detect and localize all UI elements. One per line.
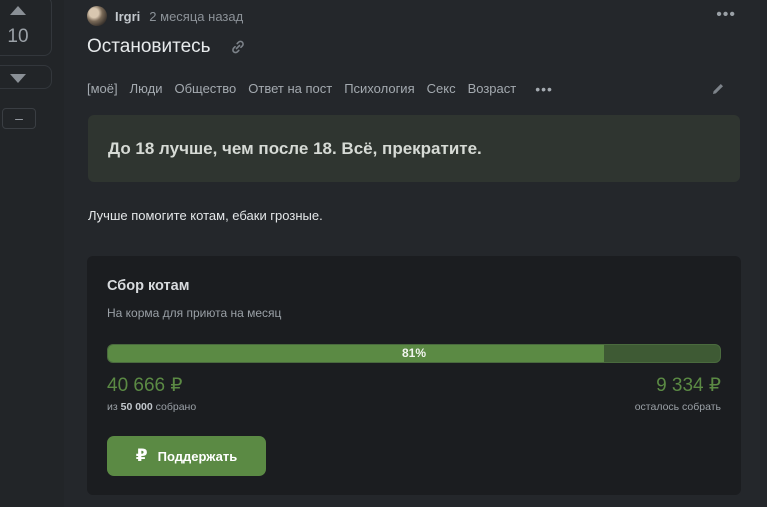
post-body: Лучше помогите котам, ебаки грозные. <box>88 208 323 223</box>
quote-block: До 18 лучше, чем после 18. Всё, прекрати… <box>88 115 740 182</box>
tag-list: [моё] Люди Общество Ответ на пост Психол… <box>87 81 553 97</box>
tag-moe[interactable]: [моё] <box>87 81 118 97</box>
collected-note: из 50 000 собрано <box>107 401 196 413</box>
support-button-label: Поддержать <box>157 448 238 464</box>
collected-note-prefix: из <box>107 401 118 413</box>
post-menu-button[interactable]: ••• <box>716 6 736 24</box>
collected-amount: 40 666 ₽ <box>107 375 183 396</box>
ruble-icon: ₽ <box>135 446 148 465</box>
progress-label: 81% <box>401 346 427 360</box>
tag-seks[interactable]: Секс <box>427 81 456 97</box>
post-time: 2 месяца назад <box>149 8 244 24</box>
edit-icon[interactable] <box>710 81 726 97</box>
link-icon[interactable] <box>230 39 246 55</box>
tag-lyudi[interactable]: Люди <box>130 81 163 97</box>
tag-psikhologiya[interactable]: Психология <box>344 81 414 97</box>
collapse-button[interactable]: – <box>2 108 36 129</box>
post-title[interactable]: Остановитесь <box>87 36 211 58</box>
collected-note-suffix: собрано <box>155 401 197 413</box>
tag-otvet-na-post[interactable]: Ответ на пост <box>248 81 332 97</box>
vote-box: 10 <box>0 0 52 56</box>
remaining-note: осталось собрать <box>634 401 721 413</box>
author-row: Irgri 2 месяца назад <box>87 6 243 26</box>
quote-text: До 18 лучше, чем после 18. Всё, прекрати… <box>108 139 482 158</box>
author-name[interactable]: Irgri <box>115 9 140 24</box>
arrow-up-icon[interactable] <box>10 6 26 15</box>
vote-count: 10 <box>7 26 29 47</box>
remaining-amount: 9 334 ₽ <box>656 375 721 396</box>
fundraiser-subtitle: На корма для приюта на месяц <box>107 306 282 320</box>
fundraiser-title: Сбор котам <box>107 278 190 294</box>
progress-bar: 81% <box>107 344 721 363</box>
arrow-down-icon <box>10 74 26 83</box>
avatar[interactable] <box>87 6 107 26</box>
fundraiser-card: Сбор котам На корма для приюта на месяц … <box>87 256 741 495</box>
tag-obshchestvo[interactable]: Общество <box>174 81 236 97</box>
vote-rail: 10 – <box>0 0 64 507</box>
vote-down-button[interactable] <box>0 65 52 89</box>
goal-amount: 50 000 <box>120 401 153 413</box>
tag-vozrast[interactable]: Возраст <box>468 81 517 97</box>
more-tags-button[interactable]: ••• <box>535 81 553 97</box>
support-button[interactable]: ₽ Поддержать <box>107 436 266 476</box>
